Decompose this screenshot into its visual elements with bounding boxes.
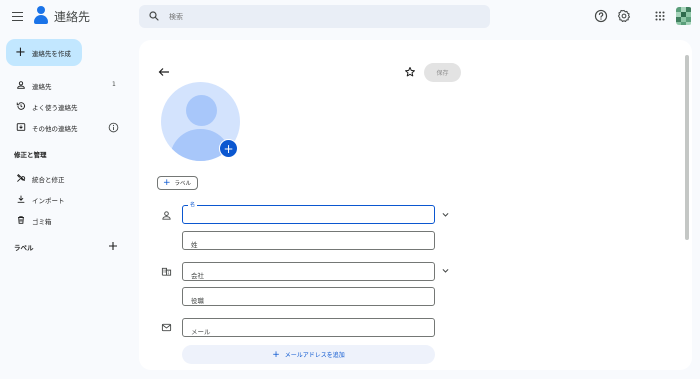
star-icon[interactable] bbox=[404, 66, 416, 78]
sidebar-item-other-contacts[interactable]: その他の連絡先 bbox=[0, 118, 128, 136]
search-input[interactable] bbox=[169, 9, 469, 24]
fix-manage-heading: 修正と管理 bbox=[14, 151, 47, 159]
job-title-field[interactable] bbox=[182, 287, 435, 310]
sidebar-item-frequent[interactable]: よく使う連絡先 bbox=[0, 97, 128, 115]
plus-icon: + bbox=[15, 45, 26, 60]
contact-editor-card: 保存 + + ラベル 名 + メールアドレスを追加 bbox=[139, 40, 692, 370]
search-bar[interactable] bbox=[139, 5, 490, 28]
building-icon bbox=[161, 267, 172, 276]
contact-count: 1 bbox=[112, 81, 116, 88]
person-icon bbox=[17, 81, 25, 89]
save-button[interactable]: 保存 bbox=[424, 63, 461, 82]
add-label-chip[interactable]: + ラベル bbox=[157, 176, 198, 190]
first-name-input[interactable] bbox=[183, 210, 434, 228]
trash-icon bbox=[18, 216, 24, 224]
help-icon[interactable] bbox=[594, 9, 608, 23]
label-chip-text: ラベル bbox=[174, 181, 192, 187]
sidebar-item-label: 連絡先 bbox=[32, 83, 52, 91]
top-bar: 連絡先 bbox=[0, 0, 700, 34]
back-arrow-icon[interactable] bbox=[158, 67, 170, 77]
job-title-input[interactable] bbox=[183, 292, 434, 310]
mail-icon bbox=[161, 323, 172, 332]
sidebar-item-label: 統合と修正 bbox=[32, 176, 65, 184]
tools-icon bbox=[17, 174, 26, 182]
email-input[interactable] bbox=[183, 323, 434, 341]
info-icon[interactable] bbox=[108, 122, 119, 133]
contacts-logo-icon bbox=[34, 6, 48, 24]
chevron-down-icon[interactable] bbox=[441, 210, 450, 219]
first-name-label: 名 bbox=[188, 201, 198, 208]
sidebar-item-trash[interactable]: ゴミ箱 bbox=[0, 211, 128, 229]
history-icon bbox=[16, 102, 25, 110]
apps-grid-icon[interactable] bbox=[653, 9, 667, 23]
sidebar-item-label: よく使う連絡先 bbox=[32, 104, 78, 112]
last-name-field[interactable] bbox=[182, 231, 435, 254]
app-title: 連絡先 bbox=[54, 10, 91, 24]
first-name-field[interactable]: 名 bbox=[182, 201, 435, 228]
sidebar-item-label: ゴミ箱 bbox=[32, 218, 52, 226]
company-field[interactable] bbox=[182, 262, 435, 285]
last-name-input[interactable] bbox=[183, 236, 434, 254]
email-field[interactable] bbox=[182, 318, 435, 341]
plus-icon: + bbox=[272, 349, 280, 360]
contact-download-icon bbox=[16, 123, 26, 131]
sidebar-item-contacts[interactable]: 連絡先 1 bbox=[0, 76, 128, 94]
create-contact-label: 連絡先を作成 bbox=[31, 49, 71, 58]
create-contact-button[interactable]: + 連絡先を作成 bbox=[6, 39, 82, 66]
account-avatar[interactable] bbox=[676, 7, 692, 25]
add-email-label: メールアドレスを追加 bbox=[284, 352, 345, 359]
plus-icon: + bbox=[163, 177, 171, 188]
download-icon bbox=[17, 195, 25, 203]
chevron-down-icon[interactable] bbox=[441, 266, 450, 275]
menu-icon[interactable] bbox=[10, 9, 26, 23]
person-icon bbox=[162, 211, 171, 220]
sidebar-item-merge-fix[interactable]: 統合と修正 bbox=[0, 169, 128, 187]
sidebar-item-label: その他の連絡先 bbox=[32, 125, 78, 133]
add-photo-button[interactable]: + bbox=[219, 139, 238, 158]
labels-heading: ラベル bbox=[14, 244, 34, 252]
search-icon[interactable] bbox=[148, 10, 160, 22]
add-label-icon[interactable] bbox=[107, 240, 119, 252]
company-input[interactable] bbox=[183, 267, 434, 285]
sidebar-item-label: インポート bbox=[32, 197, 65, 205]
add-email-button[interactable]: + メールアドレスを追加 bbox=[182, 345, 435, 364]
settings-icon[interactable] bbox=[617, 9, 631, 23]
sidebar-item-import[interactable]: インポート bbox=[0, 190, 128, 208]
scrollbar[interactable] bbox=[685, 55, 689, 240]
